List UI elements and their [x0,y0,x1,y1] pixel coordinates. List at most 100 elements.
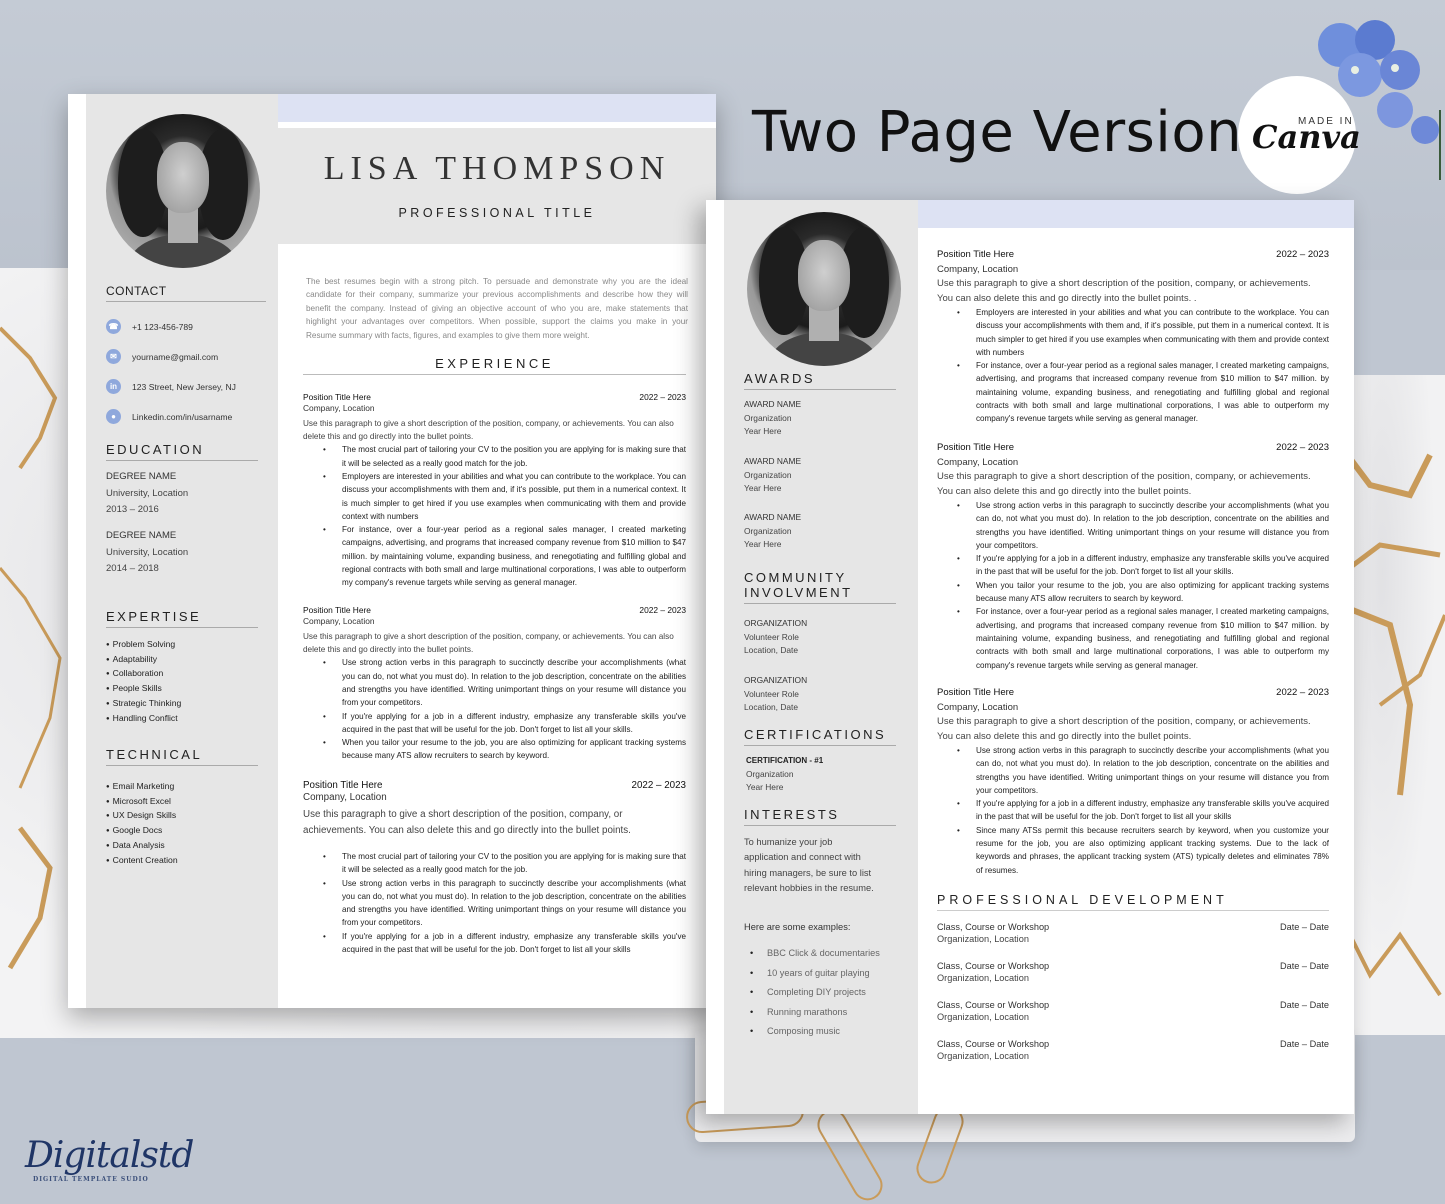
professional-title: PROFESSIONAL TITLE [398,206,596,220]
experience-entry: Position Title Here 2022 – 2023 Company, … [303,392,686,590]
contact-address: in 123 Street, New Jersey, NJ [106,379,236,394]
candidate-name: LISA THOMPSON [323,150,671,187]
experience-entry: Position Title Here 2022 – 2023 Company, … [937,442,1329,672]
job-description: Use this paragraph to give a short descr… [303,419,674,442]
award-org: Organization [744,525,792,536]
job-bullet: The most crucial part of tailoring your … [303,850,686,877]
community-heading-line2: INVOLVMENT [744,585,853,600]
job-bullet: Use strong action verbs in this paragrap… [303,656,686,709]
community-role: Volunteer Role [744,631,799,642]
pd-dates: Date – Date [1279,961,1329,971]
resume-page-1: LISA THOMPSON PROFESSIONAL TITLE CONTACT… [68,94,716,1008]
job-bullet: If you're applying for a job in a differ… [937,797,1329,824]
job-title: Position Title Here [937,687,1015,698]
contact-text[interactable]: Linkedin.com/in/usarname [132,412,232,422]
experience-entry: Position Title Here 2022 – 2023 Company, … [937,687,1329,877]
profile-photo [747,212,901,366]
interest-item: Composing music [744,1022,880,1042]
pd-entry: Class, Course or Workshop Date – Date Org… [937,1039,1329,1061]
marble-backdrop-right [1340,375,1445,1035]
technical-item: Data Analysis [106,839,178,854]
job-bullet: For instance, over a four-year period as… [303,523,686,589]
contact-linkedin[interactable]: ● Linkedin.com/in/usarname [106,409,232,424]
experience-entry: Position Title Here 2022 – 2023 Company, … [303,780,686,956]
award-entry: AWARD NAME Organization Year Here [744,398,801,439]
community-org: ORGANIZATION [744,675,808,685]
technical-item: UX Design Skills [106,809,178,824]
technical-item: Microsoft Excel [106,795,178,810]
award-entry: AWARD NAME Organization Year Here [744,511,801,552]
community-heading: COMMUNITY INVOLVMENT [744,570,896,604]
summary-text: The best resumes begin with a strong pit… [306,277,688,340]
award-org: Organization [744,412,792,423]
award-org: Organization [744,469,792,480]
contact-text[interactable]: yourname@gmail.com [132,352,218,362]
job-bullet: Use strong action verbs in this paragrap… [937,744,1329,797]
job-bullet: Employers are interested in your abiliti… [937,306,1329,359]
community-location: Location, Date [744,702,799,712]
gold-vein-decoration [1340,443,1445,997]
contact-phone: ☎ +1 123-456-789 [106,319,193,334]
expertise-item: Problem Solving [106,638,181,653]
professional-development-heading: PROFESSIONAL DEVELOPMENT [937,893,1329,911]
job-bullet: If you're applying for a job in a differ… [303,710,686,737]
job-dates: 2022 – 2023 [639,392,686,402]
job-company: Company, Location [303,616,375,626]
pd-name: Class, Course or Workshop [937,1000,1050,1010]
interest-item: 10 years of guitar playing [744,964,880,984]
job-company: Company, Location [937,702,1019,713]
experience-entry: Position Title Here 2022 – 2023 Company, … [303,605,686,763]
degree-name: DEGREE NAME [106,530,177,541]
job-description: Use this paragraph to give a short descr… [937,716,1311,742]
job-bullets: The most crucial part of tailoring your … [303,850,686,956]
interest-item: Running marathons [744,1003,880,1023]
interests-intro: To humanize your job application and con… [744,837,874,894]
interests-heading: INTERESTS [744,807,896,826]
technical-heading: TECHNICAL [106,747,258,766]
headline: Two Page Version [752,100,1243,165]
pd-entry: Class, Course or Workshop Date – Date Org… [937,961,1329,983]
contact-heading: CONTACT [106,284,266,302]
brand-subtitle: DIGITAL TEMPLATE SUDIO [33,1176,149,1183]
award-year: Year Here [744,426,782,436]
job-description: Use this paragraph to give a short descr… [303,809,631,836]
job-company: Company, Location [303,792,387,803]
job-description: Use this paragraph to give a short descr… [937,278,1311,304]
job-bullet: The most crucial part of tailoring your … [303,443,686,470]
job-dates: 2022 – 2023 [1276,249,1329,260]
pd-name: Class, Course or Workshop [937,1039,1050,1049]
certification-name: CERTIFICATION - #1 [746,756,824,765]
award-year: Year Here [744,539,782,549]
community-entry: ORGANIZATION Volunteer Role Location, Da… [744,617,807,658]
job-bullets: The most crucial part of tailoring your … [303,443,686,589]
job-company: Company, Location [937,264,1019,275]
phone-icon: ☎ [106,319,121,334]
badge-brand: Canva [1252,118,1361,156]
job-dates: 2022 – 2023 [1276,687,1329,698]
pd-entry: Class, Course or Workshop Date – Date Org… [937,1000,1329,1022]
interest-item: BBC Click & documentaries [744,944,880,964]
expertise-item: People Skills [106,682,181,697]
expertise-list: Problem Solving Adaptability Collaborati… [106,638,182,726]
linkedin-icon: in [106,379,121,394]
job-dates: 2022 – 2023 [631,780,686,791]
contact-text: +1 123-456-789 [132,321,193,332]
accent-bar [918,200,1354,228]
technical-item: Google Docs [106,824,178,839]
job-bullet: For instance, over a four-year period as… [937,605,1329,671]
certifications-heading: CERTIFICATIONS [744,727,896,746]
profile-photo [106,114,260,268]
certification-org: Organization [746,768,794,779]
job-company: Company, Location [937,457,1019,468]
community-location: Location, Date [744,645,799,655]
contact-email[interactable]: ✉ yourname@gmail.com [106,349,218,364]
job-bullet: When you tailor your resume to the job, … [303,736,686,763]
brand-script: Digitalstd [25,1135,194,1176]
expertise-item: Adaptability [106,653,181,668]
pd-name: Class, Course or Workshop [937,922,1050,932]
brand-logo: Digitalstd DIGITAL TEMPLATE SUDIO [25,1135,194,1183]
name-header: LISA THOMPSON PROFESSIONAL TITLE [278,128,716,244]
job-bullet: Use strong action verbs in this paragrap… [303,877,686,930]
pd-dates: Date – Date [1279,1039,1329,1049]
job-bullet: Use strong action verbs in this paragrap… [937,499,1329,552]
